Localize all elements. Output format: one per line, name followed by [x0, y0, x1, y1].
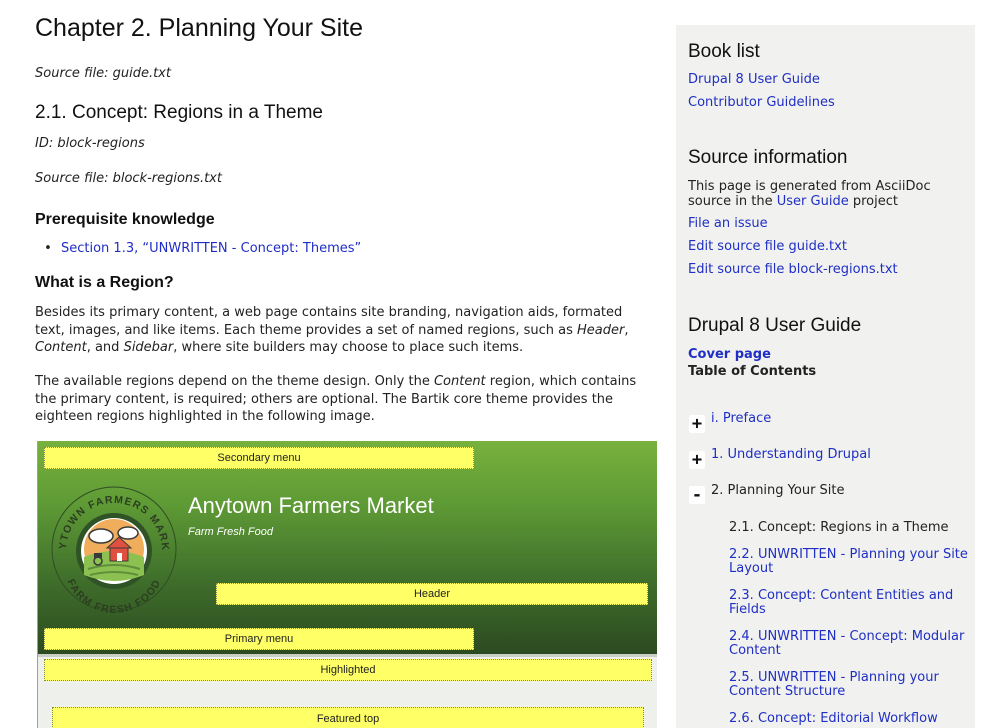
emphasis-sidebar: Sidebar	[123, 340, 174, 355]
section-source-file: Source file: block-regions.txt	[35, 171, 222, 186]
text-span: ,	[624, 322, 629, 338]
toc-item-planning-your-site: 2. Planning Your Site	[711, 483, 845, 498]
section-title: 2.1. Concept: Regions in a Theme	[35, 102, 323, 123]
toc-subitem[interactable]: 2.6. Concept: Editorial Workflow	[729, 712, 969, 726]
source-description: This page is generated from AsciiDoc sou…	[688, 179, 968, 209]
bullet-icon: •	[44, 241, 52, 256]
what-is-region-heading: What is a Region?	[35, 274, 174, 291]
user-guide-link[interactable]: User Guide	[777, 194, 849, 209]
text-span: Besides its primary content, a web page …	[35, 305, 623, 338]
text-span: The available regions depend on the them…	[35, 374, 434, 389]
expand-icon[interactable]: +	[689, 451, 705, 469]
emphasis-content: Content	[35, 340, 87, 355]
chapter-source-file: Source file: guide.txt	[35, 66, 171, 81]
book-link-user-guide[interactable]: Drupal 8 User Guide	[688, 72, 820, 87]
region-highlighted: Highlighted	[44, 659, 652, 681]
region-header: Header	[216, 583, 648, 605]
file-issue-link[interactable]: File an issue	[688, 216, 768, 231]
book-link-contributor-guidelines[interactable]: Contributor Guidelines	[688, 95, 835, 110]
emphasis-content: Content	[433, 374, 486, 389]
toc-subitem[interactable]: 2.5. UNWRITTEN - Planning your Content S…	[729, 671, 969, 699]
edit-block-regions-source-link[interactable]: Edit source file block-regions.txt	[688, 262, 898, 277]
toc-item-preface[interactable]: i. Preface	[711, 411, 771, 426]
chapter-title: Chapter 2. Planning Your Site	[35, 14, 364, 42]
expand-icon[interactable]: +	[689, 415, 705, 433]
section-id: ID: block-regions	[35, 136, 145, 151]
cover-page-link[interactable]: Cover page	[688, 347, 771, 362]
source-information-heading: Source information	[688, 147, 848, 168]
toc-subitem[interactable]: 2.3. Concept: Content Entities and Field…	[729, 589, 969, 617]
table-of-contents-label: Table of Contents	[688, 364, 817, 379]
regions-figure: Secondary menu ANYTOWN FARMERS MARKET FA…	[37, 441, 657, 728]
prerequisite-link[interactable]: Section 1.3, “UNWRITTEN - Concept: Theme…	[61, 241, 361, 256]
site-name: Anytown Farmers Market	[188, 493, 434, 518]
sidebar: Book list Drupal 8 User Guide Contributo…	[676, 25, 975, 728]
region-secondary-menu: Secondary menu	[44, 447, 474, 469]
collapse-icon[interactable]: -	[689, 486, 705, 504]
text-span: , where site builders may choose to plac…	[173, 340, 524, 355]
site-slogan: Farm Fresh Food	[188, 526, 273, 538]
region-primary-menu: Primary menu	[44, 628, 474, 650]
prerequisite-heading: Prerequisite knowledge	[35, 211, 215, 228]
emphasis-header: Header	[577, 322, 625, 338]
region-featured-top: Featured top	[52, 707, 644, 728]
list-item: • Section 1.3, “UNWRITTEN - Concept: Them…	[35, 241, 361, 256]
toc-subitem-current: 2.1. Concept: Regions in a Theme	[729, 520, 949, 535]
user-guide-heading: Drupal 8 User Guide	[688, 315, 862, 336]
book-list-heading: Book list	[688, 41, 760, 62]
toc-subitem[interactable]: 2.2. UNWRITTEN - Planning your Site Layo…	[729, 548, 969, 576]
farmers-market-logo: ANYTOWN FARMERS MARKET FARM FRESH FOOD	[44, 479, 177, 616]
available-regions-paragraph: The available regions depend on the them…	[35, 373, 650, 426]
toc-item-understanding-drupal[interactable]: 1. Understanding Drupal	[711, 447, 871, 462]
region-description-paragraph: Besides its primary content, a web page …	[35, 304, 650, 357]
prerequisite-list: • Section 1.3, “UNWRITTEN - Concept: Them…	[35, 241, 361, 256]
figure-divider	[38, 654, 657, 657]
text-span: project	[848, 194, 898, 209]
text-span: , and	[86, 340, 124, 355]
toc-subitem[interactable]: 2.4. UNWRITTEN - Concept: Modular Conten…	[729, 630, 969, 658]
edit-guide-source-link[interactable]: Edit source file guide.txt	[688, 239, 847, 254]
